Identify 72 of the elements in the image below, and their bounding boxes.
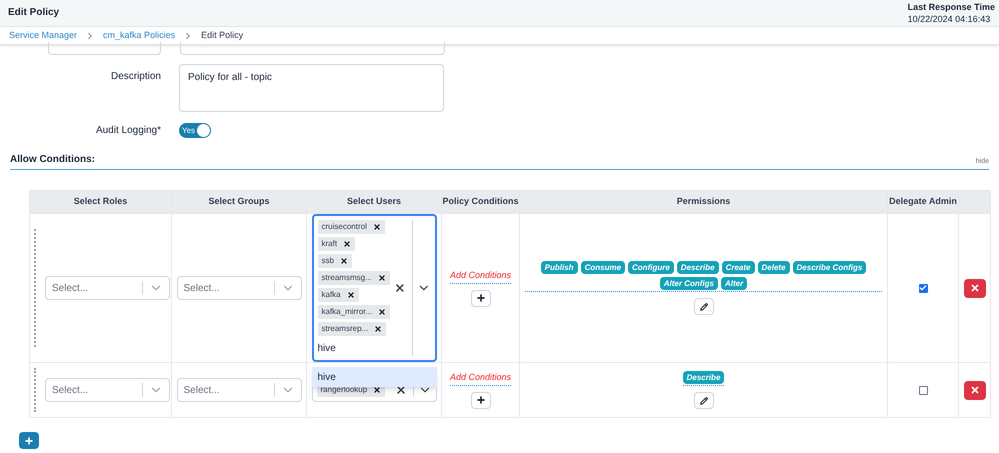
add-condition-button[interactable] [470,290,490,307]
column-header: Policy Conditions [442,190,520,214]
remove-icon[interactable] [378,308,386,316]
close-icon [970,283,980,293]
edit-permissions-button[interactable] [694,392,714,409]
close-icon [970,385,980,395]
column-header: Select Users [306,190,442,214]
remove-icon[interactable] [378,274,386,282]
remove-icon[interactable] [372,223,381,231]
dropdown-option[interactable]: hive [312,367,436,387]
remove-icon[interactable] [343,240,352,248]
select-field[interactable] [48,42,161,55]
users-select-field[interactable]: cruisecontrol kraft ssb streamsmsg... kafka kafka_mirror... streamsrep... hive [312,214,436,362]
select-field[interactable]: Select... [176,276,302,300]
permission-tag: Alter Configs [660,277,718,290]
permission-tag: Delete [758,261,790,274]
plus-icon [24,436,34,446]
delete-row-button[interactable] [964,380,986,400]
plus-icon [476,293,486,304]
page-title: Edit Policy [8,6,60,20]
breadcrumb-current: Edit Policy [201,28,244,42]
breadcrumb-link[interactable]: Service Manager [9,28,78,42]
response-time-label: Last Response Time [908,1,995,13]
audit-logging-label: Audit Logging* [94,124,161,138]
select-field[interactable]: Select... [45,378,170,402]
select-field[interactable]: Select... [45,276,170,300]
add-condition-button[interactable] [470,392,490,409]
user-tag: ssb [318,254,352,268]
permission-tag: Publish [540,261,578,274]
response-time: 10/22/2024 04:16:43 [908,13,992,25]
drag-handle[interactable] [34,229,37,347]
add-conditions-link[interactable]: Add Conditions [450,269,512,284]
user-tag: kraft [318,237,356,251]
column-header: Permissions [520,190,888,214]
description-textarea[interactable]: Policy for all - topic [179,64,444,112]
permission-tag: Describe [682,371,724,384]
add-row-button[interactable] [19,432,39,449]
delete-row-button[interactable] [964,278,986,298]
column-header: Delegate Admin [888,190,958,214]
pencil-icon [700,302,708,310]
permission-tag: Create [722,261,754,274]
user-tag: cruisecontrol [318,220,385,234]
permission-tag: Describe [676,261,719,274]
user-tag: streamsrep... [318,322,386,336]
delegate-admin-checkbox[interactable] [918,386,928,394]
remove-icon[interactable] [340,257,348,265]
permission-tag: Configure [628,261,674,274]
pencil-icon [700,396,708,404]
user-tag: kafka [318,288,359,302]
remove-icon[interactable] [374,325,382,333]
clear-icon[interactable] [394,282,406,294]
remove-icon[interactable] [373,386,382,394]
description-label: Description [110,70,161,84]
delegate-admin-checkbox[interactable] [918,284,928,292]
permission-tag: Alter [721,277,748,290]
drag-handle[interactable] [34,368,37,412]
audit-toggle[interactable]: Yes [179,123,211,138]
edit-permissions-button[interactable] [694,298,714,315]
permission-tag: Describe Configs [792,261,866,274]
breadcrumb-link[interactable]: cm_kafka Policies [103,28,176,42]
permission-tag: Consume [580,261,626,274]
select-field[interactable]: Select... [176,378,302,402]
users-search-input[interactable]: hive [318,341,336,356]
section-title: Allow Conditions: [10,153,95,167]
column-header: Select Groups [172,190,306,214]
clear-icon[interactable] [394,384,406,396]
plus-icon [476,395,486,406]
select-field[interactable] [180,42,445,55]
column-header: Select Roles [30,190,172,214]
user-tag: streamsmsg... [318,271,390,285]
remove-icon[interactable] [346,291,355,299]
user-tag: kafka_mirror... [318,305,390,319]
